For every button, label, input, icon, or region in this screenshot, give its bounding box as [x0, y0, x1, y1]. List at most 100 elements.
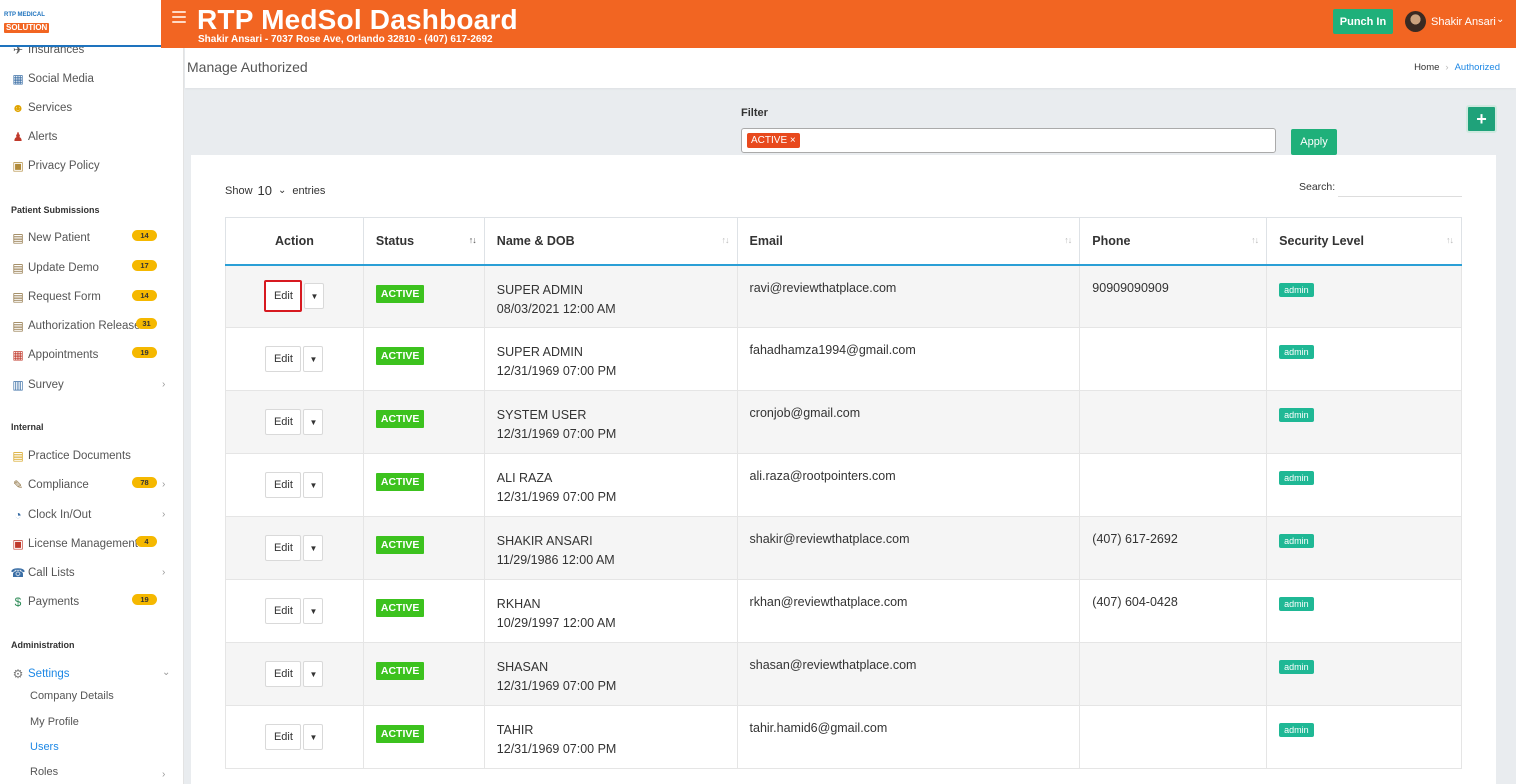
name-dob-cell: SUPER ADMIN 08/03/2021 12:00 AM — [483, 264, 738, 328]
sidebar-item-label: New Patient — [28, 232, 91, 244]
edit-button[interactable]: Edit — [265, 472, 302, 498]
edit-button[interactable]: Edit — [265, 535, 302, 561]
sort-icon[interactable]: ↑↓ — [1446, 235, 1454, 245]
sidebar-item-label: Settings — [28, 668, 70, 680]
user-dob-text: 12/31/1969 07:00 PM — [496, 742, 617, 756]
dropdown-caret-icon[interactable]: ▼ — [303, 346, 324, 372]
dropdown-caret-icon[interactable]: ▼ — [304, 283, 325, 310]
sidebar-item-compliance[interactable]: ✎ Compliance — [10, 476, 89, 494]
status-badge: ACTIVE — [375, 662, 425, 680]
logo-area[interactable]: RTP MEDICAL SOLUTION — [0, 0, 161, 47]
email-cell: ravi@reviewthatplace.com — [736, 264, 1081, 328]
user-name-text: SYSTEM USER — [496, 408, 587, 422]
sidebar-item-new-patient[interactable]: ▤ New Patient — [10, 229, 90, 247]
column-header-email[interactable]: Email ↑↓ — [736, 217, 1081, 266]
phone-cell: (407) 617-2692 — [1079, 516, 1268, 580]
sidebar-item-payments[interactable]: $ Payments — [10, 593, 79, 611]
filter-input[interactable]: ACTIVE × — [741, 128, 1276, 153]
chevron-right-icon: › — [162, 379, 166, 390]
sort-icon[interactable]: ↑↓ — [1064, 235, 1072, 245]
sidebar-sub-users[interactable]: Users — [30, 741, 59, 753]
edit-button[interactable]: Edit — [265, 409, 302, 435]
sidebar-item-label: Compliance — [28, 479, 89, 491]
calendar-icon: ▦ — [12, 348, 24, 362]
sort-icon[interactable]: ↑↓ — [469, 235, 477, 245]
edit-button[interactable]: Edit — [265, 661, 302, 687]
sidebar-item-clock-in-out[interactable]: ◔ Clock In/Out — [10, 506, 91, 524]
add-button[interactable]: + — [1466, 105, 1497, 133]
user-name[interactable]: Shakir Ansari — [1431, 16, 1496, 28]
edit-button[interactable]: Edit — [265, 724, 302, 750]
dropdown-caret-icon[interactable]: ▼ — [303, 598, 324, 624]
entries-label: entries — [292, 184, 326, 197]
sidebar-sub-company-details[interactable]: Company Details — [30, 690, 114, 702]
sort-icon[interactable]: ↑↓ — [1251, 235, 1259, 245]
sidebar-item-update-demo[interactable]: ▤ Update Demo — [10, 259, 99, 277]
security-level-cell: admin — [1266, 705, 1462, 769]
edit-button[interactable]: Edit — [264, 280, 303, 313]
column-label: Name & DOB — [496, 233, 575, 248]
action-cell: Edit ▼ — [225, 642, 364, 706]
user-name-text: TAHIR — [496, 723, 534, 737]
sidebar-item-appointments[interactable]: ▦ Appointments — [10, 346, 98, 364]
dropdown-caret-icon[interactable]: ▼ — [303, 724, 324, 750]
sidebar-sub-my-profile[interactable]: My Profile — [30, 716, 79, 728]
page-size-control: Show 10 ⌄ entries — [225, 183, 325, 198]
page-size-select[interactable]: 10 — [258, 183, 272, 198]
edit-button[interactable]: Edit — [265, 346, 302, 372]
table-row: Edit ▼ ACTIVE SUPER ADMIN 12/31/1969 07:00… — [225, 327, 1462, 391]
sidebar-item-alerts[interactable]: ♟ Alerts — [10, 128, 58, 146]
chevron-down-icon[interactable]: ⌄ — [1496, 14, 1504, 25]
security-level-badge: admin — [1279, 471, 1314, 485]
dropdown-caret-icon[interactable]: ▼ — [303, 409, 324, 435]
section-patient-submissions: Patient Submissions — [11, 205, 100, 215]
user-dob-text: 10/29/1997 12:00 AM — [496, 616, 616, 630]
user-name-text: SUPER ADMIN — [496, 345, 583, 359]
sidebar-item-services[interactable]: ☻ Services — [10, 99, 72, 117]
search-input[interactable] — [1338, 181, 1462, 197]
security-level-badge: admin — [1279, 597, 1314, 611]
sidebar-item-call-lists[interactable]: ☎ Call Lists — [10, 564, 75, 582]
dropdown-caret-icon[interactable]: ▼ — [303, 661, 324, 687]
status-cell: ACTIVE — [362, 705, 485, 769]
status-cell: ACTIVE — [362, 516, 485, 580]
chevron-down-icon: ⌄ — [162, 667, 171, 678]
badge-authorization-release: 31 — [136, 318, 157, 329]
column-header-name-dob[interactable]: Name & DOB ↑↓ — [483, 217, 738, 266]
column-header-status[interactable]: Status ↑↓ — [362, 217, 485, 266]
section-administration: Administration — [11, 640, 75, 650]
user-dob-text: 12/31/1969 07:00 PM — [496, 364, 617, 378]
column-label: Email — [749, 233, 783, 248]
hamburger-menu-icon[interactable] — [172, 11, 186, 23]
sidebar-item-label: Request Form — [28, 291, 101, 303]
sidebar-item-authorization-release[interactable]: ▤ Authorization Release — [10, 317, 140, 335]
punch-in-button[interactable]: Punch In — [1333, 9, 1393, 34]
sidebar-item-social-media[interactable]: ▦ Social Media — [10, 70, 94, 88]
dropdown-caret-icon[interactable]: ▼ — [303, 472, 324, 498]
chevron-down-icon[interactable]: ⌄ — [278, 185, 286, 196]
column-label: Phone — [1092, 233, 1131, 248]
security-level-cell: admin — [1266, 579, 1462, 643]
sort-icon[interactable]: ↑↓ — [722, 235, 730, 245]
sidebar-item-privacy-policy[interactable]: ▣ Privacy Policy — [10, 157, 99, 175]
sidebar-item-survey[interactable]: ▥ Survey — [10, 376, 63, 394]
breadcrumb-home[interactable]: Home — [1414, 62, 1439, 73]
dropdown-caret-icon[interactable]: ▼ — [303, 535, 324, 561]
column-header-phone[interactable]: Phone ↑↓ — [1079, 217, 1268, 266]
user-name-text: SHASAN — [496, 660, 549, 674]
license-icon: ▣ — [12, 537, 24, 551]
sidebar-sub-roles[interactable]: Roles — [30, 766, 58, 778]
filter-tag-active[interactable]: ACTIVE × — [747, 133, 800, 148]
action-cell: Edit ▼ — [225, 264, 364, 328]
sidebar-item-settings[interactable]: ⚙ Settings — [10, 665, 70, 683]
documents-icon: ▤ — [12, 449, 24, 463]
edit-button[interactable]: Edit — [265, 598, 302, 624]
avatar[interactable] — [1405, 11, 1426, 32]
sidebar-item-practice-documents[interactable]: ▤ Practice Documents — [10, 447, 131, 465]
column-header-security-level[interactable]: Security Level ↑↓ — [1266, 217, 1462, 266]
status-badge: ACTIVE — [375, 347, 425, 365]
apply-button[interactable]: Apply — [1291, 129, 1337, 155]
sidebar-item-license-management[interactable]: ▣ License Management — [10, 535, 138, 553]
sidebar-item-request-form[interactable]: ▤ Request Form — [10, 288, 101, 306]
status-cell: ACTIVE — [362, 642, 485, 706]
